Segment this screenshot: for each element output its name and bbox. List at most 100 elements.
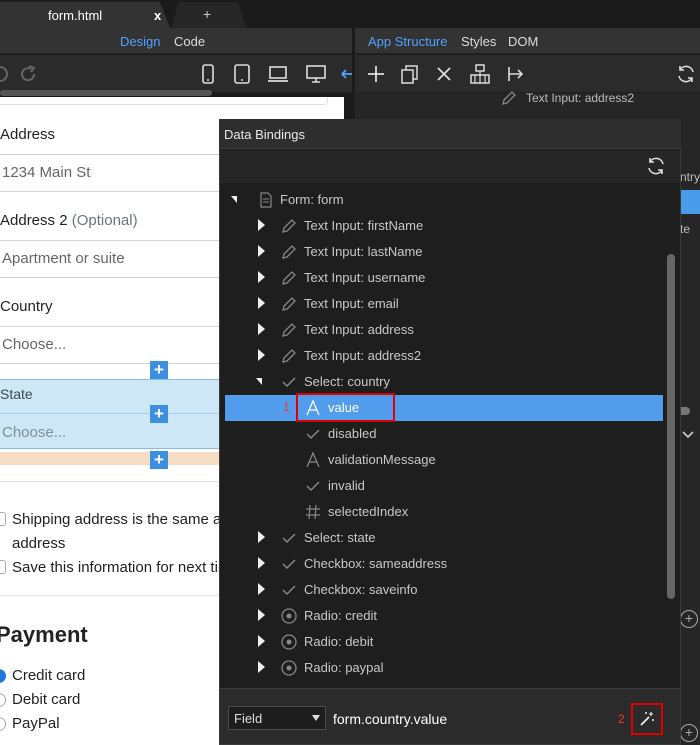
add-circle-button[interactable]: + [680, 610, 698, 628]
app-structure-node[interactable]: te [680, 222, 690, 236]
pencil-icon [280, 217, 298, 235]
tree-item-credit[interactable]: Radio: credit [220, 603, 666, 629]
tree-item-country[interactable]: Select: country [220, 369, 666, 395]
horizontal-scrollbar[interactable] [0, 90, 212, 96]
phone-icon[interactable] [196, 62, 220, 86]
tab-styles[interactable]: Styles [461, 34, 496, 49]
design-mode-button[interactable]: Design [120, 34, 160, 49]
tree-item-label: Radio: paypal [304, 660, 384, 675]
credit-card-radio[interactable] [0, 669, 6, 683]
expand-toggle-icon[interactable] [258, 531, 265, 543]
tab-form-html[interactable]: form.html x [0, 2, 170, 28]
new-tab-button[interactable]: + [172, 2, 246, 28]
add-element-button[interactable]: + [150, 405, 168, 423]
laptop-icon[interactable] [266, 62, 290, 86]
pencil-icon [500, 89, 518, 107]
plus-icon: + [684, 610, 694, 626]
expand-toggle-icon[interactable] [258, 583, 265, 595]
tree-item-email[interactable]: Text Input: email [220, 291, 666, 317]
tree-item-label: disabled [328, 426, 377, 441]
expand-toggle-icon[interactable] [258, 557, 265, 569]
tree-item-state[interactable]: Select: state [220, 525, 666, 551]
expand-toggle-icon[interactable] [231, 196, 237, 203]
tree-item-address[interactable]: Text Input: address [220, 317, 666, 343]
tree-item-label: Checkbox: sameaddress [304, 556, 448, 571]
debit-card-radio[interactable] [0, 693, 6, 707]
tablet-icon[interactable] [230, 62, 254, 86]
add-element-button[interactable]: + [150, 361, 168, 379]
code-mode-button[interactable]: Code [174, 34, 205, 49]
tree-item-selected-index[interactable]: selectedIndex [220, 499, 666, 525]
binding-type-select[interactable]: Field [228, 706, 326, 730]
expand-toggle-icon[interactable] [258, 219, 265, 231]
same-address-checkbox[interactable] [0, 512, 6, 526]
expand-toggle-icon[interactable] [258, 297, 265, 309]
tab-dom[interactable]: DOM [508, 34, 538, 49]
app-structure-selected-node[interactable]: Text Input: address2 [526, 91, 634, 105]
duplicate-icon[interactable] [398, 62, 422, 86]
save-info-checkbox[interactable] [0, 560, 6, 574]
tree-item-sameaddress[interactable]: Checkbox: sameaddress [220, 551, 666, 577]
move-icon[interactable] [504, 62, 528, 86]
add-icon[interactable] [364, 62, 388, 86]
data-bindings-toolbar [220, 150, 680, 183]
tree-item-invalid[interactable]: invalid [220, 473, 666, 499]
pencil-icon [280, 347, 298, 365]
address2-label: Address 2 (Optional) [0, 212, 138, 229]
binding-expression-field[interactable]: form.country.value [333, 711, 447, 727]
magic-wand-button[interactable] [631, 703, 663, 735]
tree-item-country-value-selected[interactable]: value [225, 395, 663, 421]
component-icon[interactable] [468, 62, 492, 86]
tree-item-username[interactable]: Text Input: username [220, 265, 666, 291]
pencil-icon [280, 243, 298, 261]
preview-toolbar [0, 55, 352, 93]
expand-toggle-icon[interactable] [258, 323, 265, 335]
tree-item-debit[interactable]: Radio: debit [220, 629, 666, 655]
binding-type-value: Field [234, 711, 263, 726]
save-info-label: Save this information for next time [12, 559, 239, 576]
expand-toggle-icon[interactable] [256, 378, 262, 385]
desktop-icon[interactable] [304, 62, 328, 86]
radio-icon [280, 607, 298, 625]
expand-toggle-icon[interactable] [258, 349, 265, 361]
refresh-icon[interactable] [644, 154, 668, 178]
expand-toggle-icon[interactable] [258, 609, 265, 621]
text-icon [304, 451, 322, 469]
paypal-radio[interactable] [0, 717, 6, 731]
tree-item-address2[interactable]: Text Input: address2 [220, 343, 666, 369]
paypal-label: PayPal [12, 715, 60, 732]
app-structure-node[interactable]: ntry [680, 170, 700, 184]
tab-app-structure[interactable]: App Structure [368, 34, 448, 49]
tree-item-label: invalid [328, 478, 365, 493]
expand-toggle-icon[interactable] [258, 661, 265, 673]
data-bindings-titlebar[interactable]: Data Bindings [219, 119, 681, 149]
tree-item-validation-message[interactable]: validationMessage [220, 447, 666, 473]
add-element-button[interactable]: + [150, 451, 168, 469]
delete-icon[interactable] [432, 62, 456, 86]
tab-bar: form.html x + [0, 0, 700, 28]
data-bindings-scrollbar[interactable] [667, 254, 675, 599]
radio-icon [280, 633, 298, 651]
redo-icon[interactable] [16, 62, 40, 86]
check-icon [280, 581, 298, 599]
add-circle-button[interactable]: + [680, 724, 698, 742]
preview-top-edge [0, 97, 328, 105]
magic-wand-icon [638, 710, 656, 728]
expand-toggle-icon[interactable] [258, 245, 265, 257]
tree-item-saveinfo[interactable]: Checkbox: saveinfo [220, 577, 666, 603]
close-tab-button[interactable]: x [154, 8, 161, 23]
app-structure-selection[interactable] [681, 190, 700, 214]
tree-item-label: Checkbox: saveinfo [304, 582, 418, 597]
tree-item-form[interactable]: Form: form [220, 187, 666, 213]
tree-item-disabled[interactable]: disabled [220, 421, 666, 447]
expand-toggle-icon[interactable] [258, 635, 265, 647]
tree-item-label: Radio: credit [304, 608, 377, 623]
tree-item-paypal[interactable]: Radio: paypal [220, 655, 666, 681]
tree-item-firstname[interactable]: Text Input: firstName [220, 213, 666, 239]
refresh-icon[interactable] [674, 62, 698, 86]
expand-toggle-icon[interactable] [258, 271, 265, 283]
tree-item-lastname[interactable]: Text Input: lastName [220, 239, 666, 265]
tree-item-label: validationMessage [328, 452, 436, 467]
undo-icon[interactable] [0, 62, 12, 86]
chevron-down-icon[interactable] [681, 428, 695, 442]
